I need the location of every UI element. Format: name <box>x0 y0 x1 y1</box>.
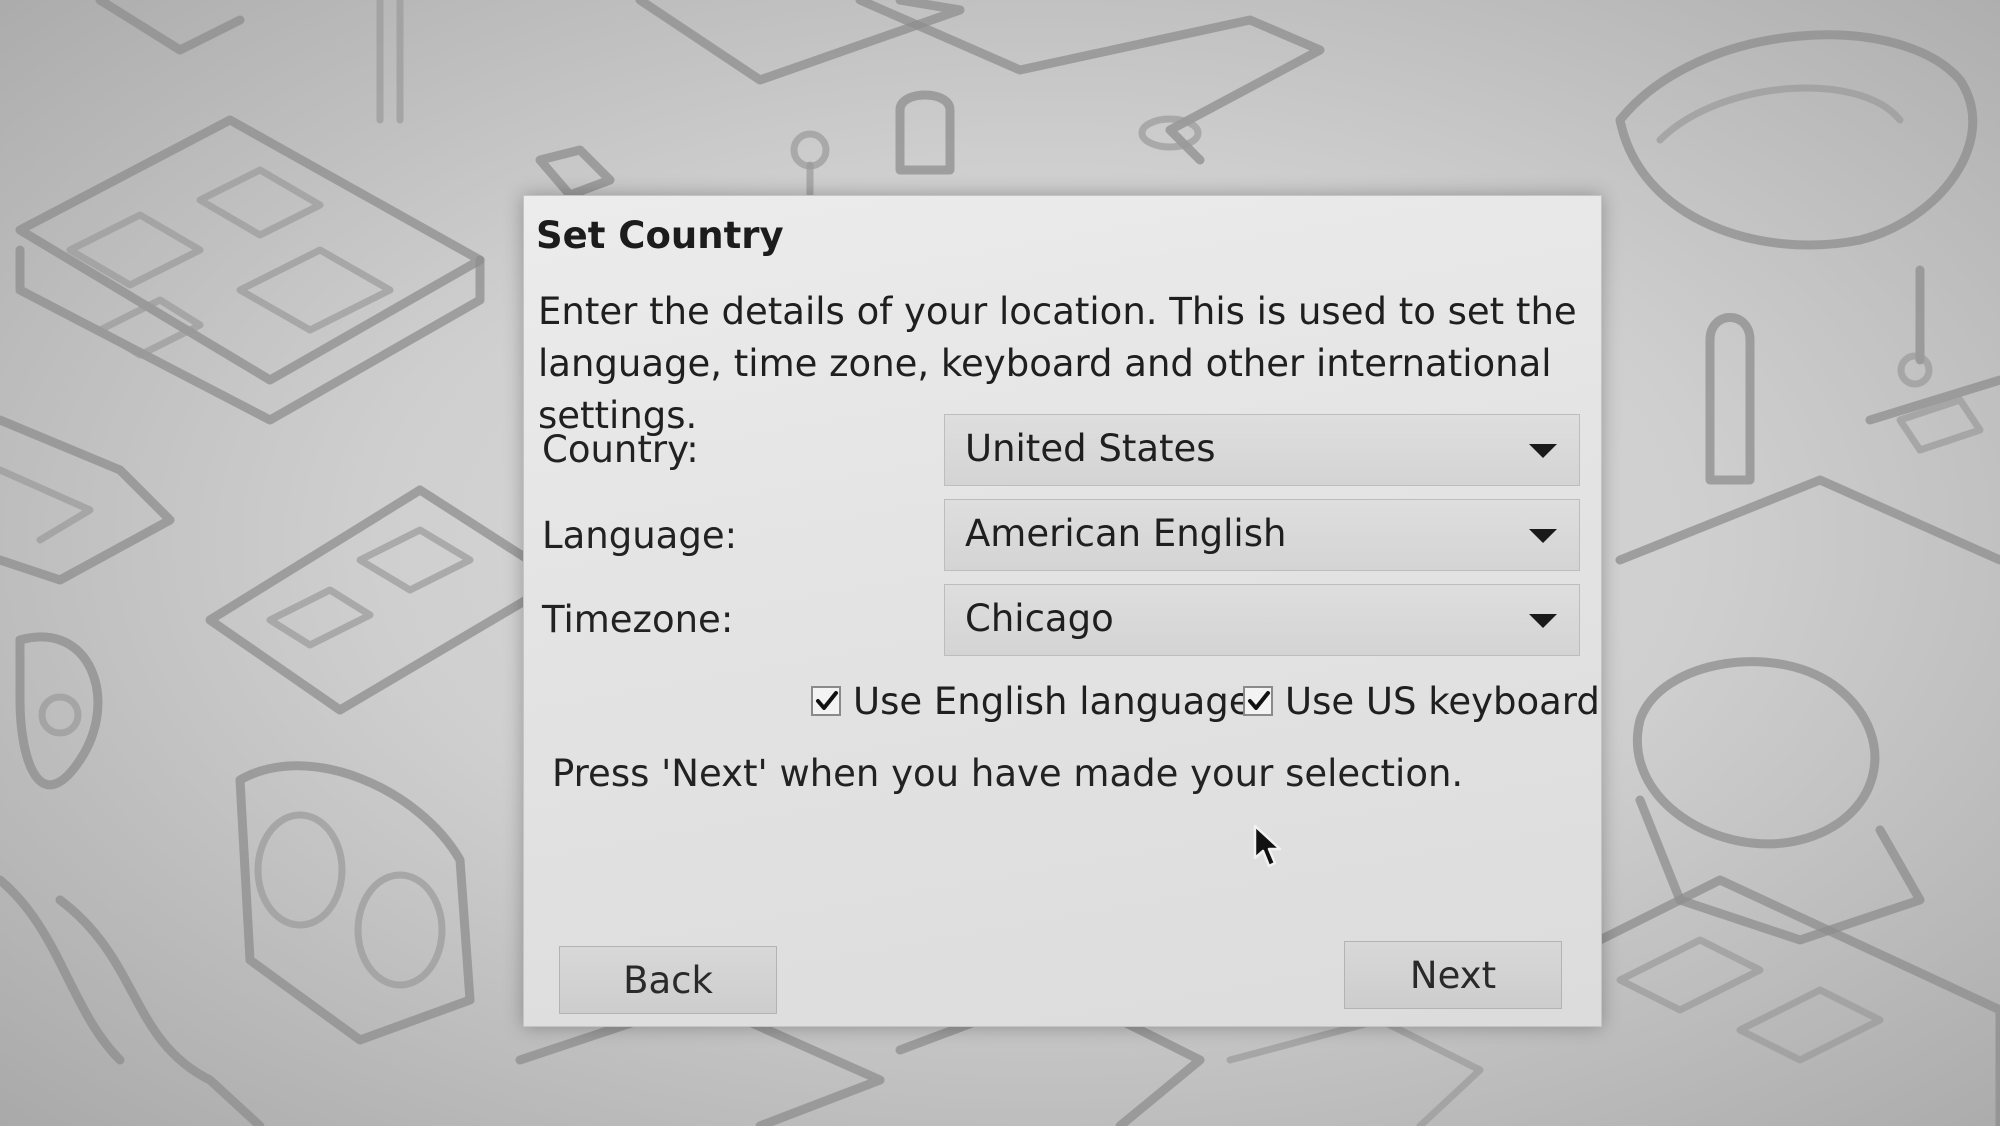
timezone-label: Timezone: <box>542 598 734 641</box>
language-value: American English <box>965 512 1287 555</box>
back-button[interactable]: Back <box>559 946 777 1014</box>
next-button[interactable]: Next <box>1344 941 1562 1009</box>
use-english-language-label: Use English language <box>853 679 1252 723</box>
chevron-down-icon <box>1529 444 1557 458</box>
checkmark-icon <box>1248 691 1270 710</box>
set-country-dialog: Set Country Enter the details of your lo… <box>523 195 1602 1027</box>
mouse-pointer-icon <box>1253 824 1282 868</box>
country-value: United States <box>965 427 1216 470</box>
checkbox-box[interactable] <box>811 686 841 716</box>
use-us-keyboard-label: Use US keyboard <box>1285 679 1600 723</box>
country-dropdown[interactable]: United States <box>944 414 1580 486</box>
chevron-down-icon <box>1529 529 1557 543</box>
language-label: Language: <box>542 514 738 557</box>
use-us-keyboard-checkbox[interactable]: Use US keyboard <box>1243 676 1600 726</box>
chevron-down-icon <box>1529 614 1557 628</box>
dialog-title: Set Country <box>536 214 784 257</box>
use-english-language-checkbox[interactable]: Use English language <box>811 676 1252 726</box>
checkmark-icon <box>816 691 838 710</box>
country-label: Country: <box>542 428 699 471</box>
timezone-value: Chicago <box>965 597 1114 640</box>
hint-text: Press 'Next' when you have made your sel… <box>552 752 1464 795</box>
checkbox-box[interactable] <box>1243 686 1273 716</box>
language-dropdown[interactable]: American English <box>944 499 1580 571</box>
timezone-dropdown[interactable]: Chicago <box>944 584 1580 656</box>
